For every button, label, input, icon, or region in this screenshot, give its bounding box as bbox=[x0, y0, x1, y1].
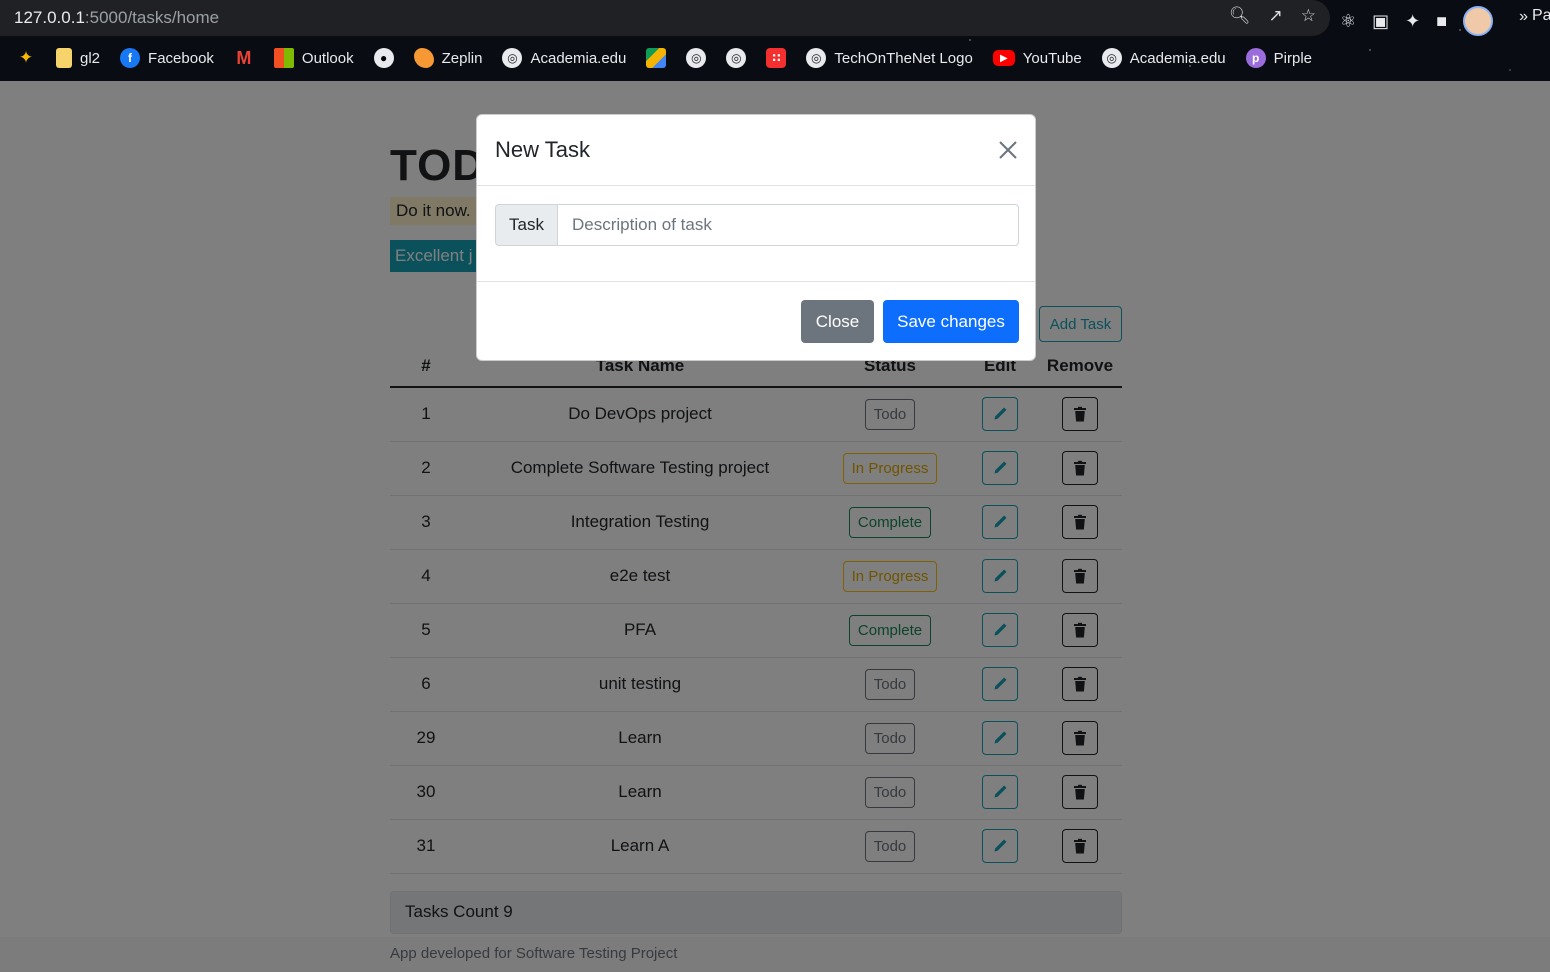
close-button[interactable]: Close bbox=[801, 300, 874, 343]
task-input-group: Task bbox=[495, 204, 1019, 246]
bookmark-github[interactable]: ● bbox=[373, 48, 394, 68]
zoom-icon[interactable]: 🔍︎ bbox=[1229, 6, 1251, 26]
url-host: 127.0.0.1 bbox=[14, 8, 85, 27]
react-devtools-icon[interactable]: ⚛ bbox=[1340, 11, 1356, 32]
modal-title: New Task bbox=[495, 137, 590, 162]
star-icon[interactable]: ☆ bbox=[1301, 6, 1316, 26]
bookmark-youtube[interactable]: ▶ YouTube bbox=[992, 49, 1082, 67]
profile-label: Pa bbox=[1532, 7, 1550, 24]
close-icon bbox=[999, 141, 1017, 159]
modal-body: Task bbox=[477, 186, 1035, 282]
youtube-icon: ▶ bbox=[992, 50, 1015, 66]
bookmark-drive[interactable] bbox=[646, 48, 667, 68]
folder-icon bbox=[56, 48, 72, 68]
pirple-icon: p bbox=[1245, 48, 1266, 68]
selenium-icon[interactable]: ▣ bbox=[1372, 11, 1389, 32]
modal-footer: Close Save changes bbox=[477, 282, 1035, 360]
globe-icon: ◎ bbox=[726, 48, 747, 68]
drive-icon bbox=[646, 48, 667, 68]
bookmark-academia-2[interactable]: ◎ Academia.edu bbox=[1101, 48, 1226, 68]
task-input-label: Task bbox=[495, 204, 557, 246]
globe-icon: ◎ bbox=[1101, 48, 1122, 68]
bookmark-label: YouTube bbox=[1022, 49, 1082, 67]
browser-chrome: 127.0.0.1:5000/tasks/home 🔍︎ ↗ ☆ ⚛ ▣ ✦ ■… bbox=[0, 0, 1550, 81]
modal-header: New Task bbox=[477, 115, 1035, 186]
pinwheel-icon: ✦ bbox=[18, 48, 34, 67]
bookmark-label: Outlook bbox=[301, 49, 354, 67]
bookmark-gl2[interactable]: gl2 bbox=[56, 48, 100, 68]
bookmark-label: TechOnTheNet Logo bbox=[834, 49, 973, 67]
profile-avatar[interactable] bbox=[1463, 6, 1494, 36]
bookmark-red-grid[interactable]: ∷ bbox=[766, 48, 787, 68]
bookmark-label: Academia.edu bbox=[530, 49, 627, 67]
share-icon[interactable]: ↗ bbox=[1269, 6, 1283, 26]
bookmark-label: Pirple bbox=[1273, 49, 1313, 67]
github-icon: ● bbox=[373, 48, 394, 68]
bookmark-label: Academia.edu bbox=[1129, 49, 1226, 67]
extensions-icon[interactable]: ✦ bbox=[1405, 11, 1420, 32]
url-text[interactable]: 127.0.0.1:5000/tasks/home bbox=[0, 8, 219, 28]
save-changes-button[interactable]: Save changes bbox=[883, 300, 1019, 343]
bookmark-globe-1[interactable]: ◎ bbox=[686, 48, 707, 68]
bookmark-gmail[interactable]: M bbox=[234, 48, 254, 68]
bookmark-label: Zeplin bbox=[441, 49, 483, 67]
bookmark-pinwheel[interactable]: ✦ bbox=[16, 48, 36, 68]
bookmark-zeplin[interactable]: Zeplin bbox=[413, 48, 483, 68]
bookmark-globe-2[interactable]: ◎ bbox=[726, 48, 747, 68]
modal-close-button[interactable] bbox=[993, 135, 1023, 165]
bookmark-facebook[interactable]: f Facebook bbox=[120, 48, 214, 68]
globe-icon: ◎ bbox=[502, 48, 523, 68]
bookmark-outlook[interactable]: Outlook bbox=[273, 48, 354, 68]
address-bar[interactable]: 127.0.0.1:5000/tasks/home 🔍︎ ↗ ☆ bbox=[0, 0, 1330, 36]
bookmarks-bar: ✦ gl2 f Facebook M Outlook ● Zeplin ◎ Acad… bbox=[0, 38, 1550, 78]
bookmark-label: gl2 bbox=[80, 49, 101, 67]
red-grid-icon: ∷ bbox=[766, 48, 787, 68]
url-path: :5000/tasks/home bbox=[84, 8, 220, 27]
bookmarks-overflow-button[interactable]: » bbox=[1519, 8, 1528, 26]
microsoft-icon bbox=[273, 48, 294, 68]
bookmark-techonthenet[interactable]: ◎ TechOnTheNet Logo bbox=[806, 48, 973, 68]
gmail-icon: M bbox=[236, 47, 252, 68]
side-panel-icon[interactable]: ■ bbox=[1436, 11, 1447, 32]
facebook-icon: f bbox=[120, 48, 141, 68]
globe-icon: ◎ bbox=[806, 48, 827, 68]
task-description-input[interactable] bbox=[557, 204, 1019, 246]
globe-icon: ◎ bbox=[686, 48, 707, 68]
new-task-modal: New Task Task Close Save changes bbox=[476, 114, 1036, 361]
zeplin-icon bbox=[413, 48, 434, 68]
bookmark-academia[interactable]: ◎ Academia.edu bbox=[502, 48, 626, 68]
bookmark-label: Facebook bbox=[148, 49, 214, 67]
bookmark-pirple[interactable]: p Pirple bbox=[1245, 48, 1313, 68]
